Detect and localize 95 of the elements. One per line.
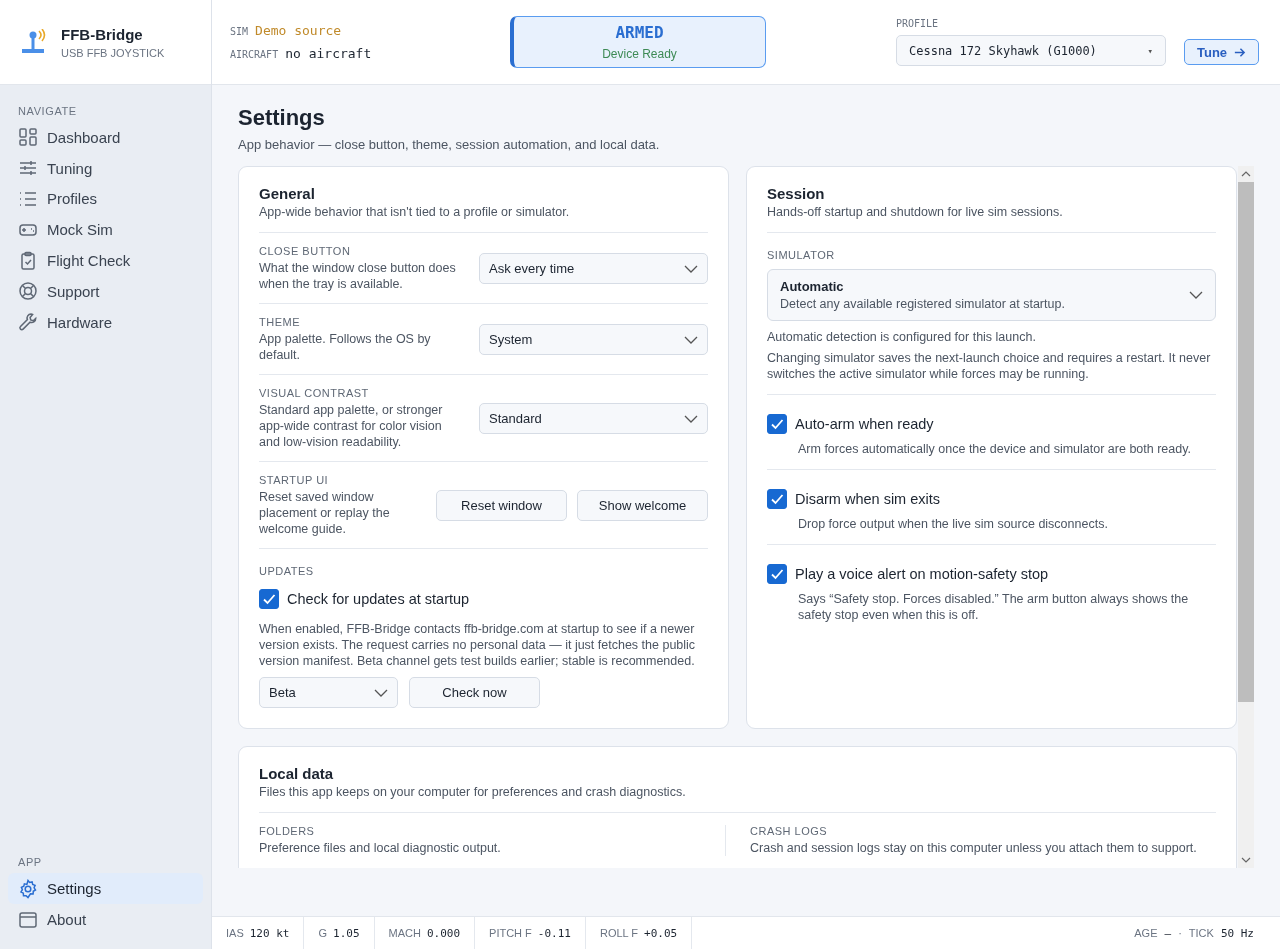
chevron-down-icon [1189,291,1203,299]
grid-icon [18,127,38,148]
readout-label: TICK [1188,927,1214,939]
readout-label: G [318,927,328,939]
nav-item[interactable]: Hardware [8,306,203,338]
setting-description: App palette. Follows the OS by default. [259,331,432,363]
option-description: Drop force output when the live sim source disconnects. [797,516,1109,532]
readout-value: 120 kt [249,926,290,940]
card-subtitle: Files this app keeps on your computer for preferences and crash diagnostics. [259,785,1216,813]
chevron-down-icon [684,414,698,423]
nav-item[interactable]: Support [8,276,203,307]
simulator-note: Automatic detection is configured for this launch. [767,329,1037,345]
readout-value: 1.05 [333,926,360,940]
app-subtitle: USB FFB JOYSTICK [61,46,165,59]
readout-label: PITCH F [489,927,532,939]
setting-description: What the window close button does when the tray is available. [259,260,457,292]
simulator-select[interactable]: Automatic Detect any available registered simulator at startup. [767,269,1216,321]
profile-select[interactable]: Cessna 172 Skyhawk (G1000) ▾ [896,35,1166,66]
setting-label: CLOSE BUTTON [259,245,352,257]
nav-item[interactable]: Settings [8,873,203,905]
card-title: Local data [259,765,335,782]
checkbox-label: Auto-arm when ready [795,416,934,432]
updates-description: When enabled, FFB-Bridge contacts ffb-bridge.com at startup to see if a newer version exists. The request carries no personal data — it just fetches the public version manifest. Beta channel gets test builds earlier; stable is recommended. [259,621,697,669]
settings-icon [18,878,38,899]
simulator-note: Changing simulator saves the next-launch choice and requires a restart. It never switches the active simulator while forces may be running. [767,350,1212,382]
readout-label: MACH [388,927,421,939]
channel-select[interactable]: Beta [259,677,398,708]
check-now-button[interactable]: Check now [409,677,540,708]
device-status: Device Ready [602,47,677,61]
nav-item[interactable]: Profiles [8,183,203,215]
card-subtitle: App-wide behavior that isn't tied to a profile or simulator. [259,205,708,233]
source-label: SIM [230,26,249,37]
setting-description: Standard app palette, or stronger app-wide contrast for color vision and low-vision readability. [259,402,444,450]
clipboard-icon [18,250,38,271]
setting-label: CRASH LOGS [750,825,829,837]
select-field[interactable]: Ask every time [479,253,708,284]
readout-value: +0.05 [644,926,678,940]
card-title: Session [767,185,826,202]
checkbox[interactable] [767,564,787,584]
setting-label: STARTUP UI [259,474,330,486]
option-description: Arm forces automatically once the device and simulator are both ready. [797,441,1193,457]
action-button[interactable]: Show welcome [577,490,708,521]
list-icon [18,189,38,209]
lifebuoy-icon [18,281,38,302]
setting-label: SIMULATOR [767,249,835,261]
profile-label: PROFILE [896,18,940,29]
readout-value: — [1164,926,1172,940]
readout-value: 50 Hz [1220,926,1254,940]
checkbox[interactable] [767,489,787,509]
window-icon [18,909,38,930]
checkbox[interactable] [259,589,279,609]
chevron-down-icon [684,335,698,344]
readout-label: IAS [226,927,244,939]
readout-value: 0.000 [426,926,461,940]
select-field[interactable]: System [479,324,708,355]
checkbox-label: Disarm when sim exits [795,491,941,507]
readout-value: -0.11 [537,926,571,940]
setting-label: UPDATES [259,565,315,577]
nav-item[interactable]: Tuning [8,152,203,184]
chevron-down-icon [684,264,698,273]
setting-label: VISUAL CONTRAST [259,387,370,399]
nav-heading: NAVIGATE [17,105,78,119]
page-subtitle: App behavior — close button, theme, session automation, and local data. [238,137,661,152]
source-label: AIRCRAFT [230,49,279,60]
source-value: Demo source [255,23,342,38]
checkbox-label: Check for updates at startup [287,591,470,607]
setting-label: THEME [259,316,301,328]
option-description: Says “Safety stop. Forces disabled.” The arm button always shows the safety stop even when this is off. [797,591,1190,623]
readout-label: AGE [1134,927,1158,939]
app-name: FFB-Bridge [61,25,144,43]
readout-label: ROLL F [599,927,639,939]
nav-item[interactable]: Mock Sim [8,214,203,246]
arm-state: ARMED [615,23,664,42]
tune-button[interactable]: Tune [1184,39,1260,65]
setting-label: FOLDERS [259,825,316,837]
card-title: General [259,185,316,202]
action-button[interactable]: Reset window [436,490,567,521]
arm-status-panel[interactable]: ARMED Device Ready [510,16,766,68]
card-subtitle: Hands-off startup and shutdown for live sim sessions. [767,205,1216,233]
setting-description: Reset saved window placement or replay the welcome guide. [259,489,391,537]
nav-heading: APP [17,856,43,871]
wrench-icon [18,312,38,333]
checkbox-label: Play a voice alert on motion-safety stop [795,566,1049,582]
page-title: Settings [238,105,326,131]
nav-item[interactable]: Flight Check [8,245,203,276]
nav-item[interactable]: Dashboard [8,122,203,153]
setting-description: Preference files and local diagnostic output. [259,840,502,856]
checkbox[interactable] [767,414,787,434]
source-value: no aircraft [285,46,372,61]
chevron-down-icon [374,688,388,697]
separator-dot: · [1178,927,1182,939]
nav-item[interactable]: About [8,904,203,935]
select-field[interactable]: Standard [479,403,708,434]
scrollbar[interactable] [1238,166,1254,868]
setting-description: Crash and session logs stay on this computer unless you attach them to support. [750,840,1198,856]
